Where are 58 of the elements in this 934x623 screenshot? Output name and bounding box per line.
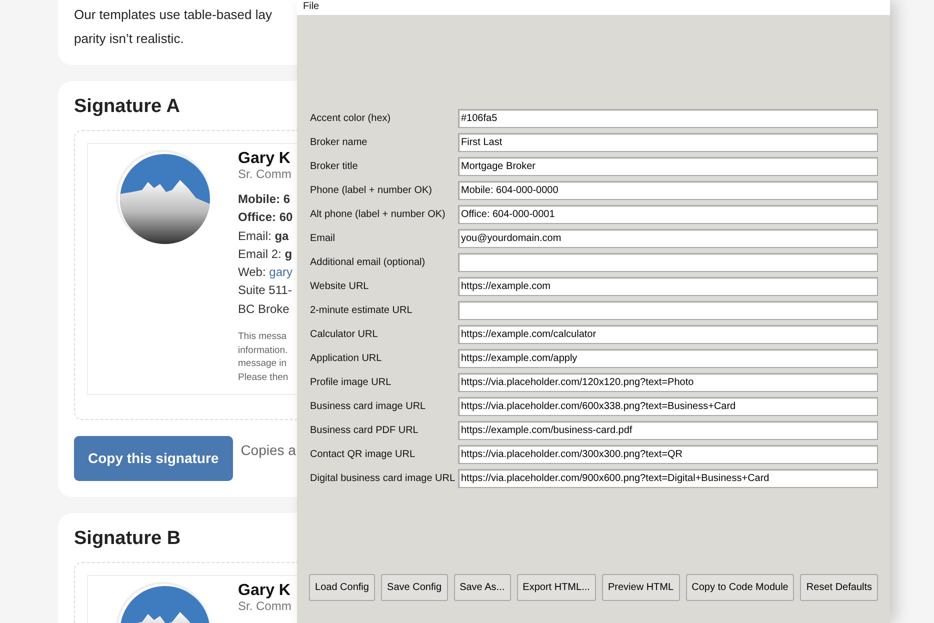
input-field[interactable]: https://example.com/calculator <box>458 324 878 344</box>
menu-item[interactable]: File <box>303 1 320 12</box>
toolbar-button[interactable]: Load Config <box>309 574 375 601</box>
input-field[interactable]: https://example.com/apply <box>458 348 878 368</box>
signature-heading: Signature A <box>74 95 181 119</box>
input-field[interactable]: https://via.placeholder.com/600x338.png?text=Business+Card <box>458 396 878 416</box>
toolbar-button[interactable]: Export HTML... <box>516 574 596 601</box>
field-label: Phone (label + number OK) <box>310 184 434 198</box>
field-label: Business card image URL <box>310 400 427 414</box>
signature-line: BC Broke <box>238 300 290 318</box>
field-label: Accent color (hex) <box>310 112 392 126</box>
website-link[interactable]: gary <box>269 265 292 280</box>
input-field[interactable]: https://via.placeholder.com/120x120.png?text=Photo <box>458 372 878 392</box>
field-label: Profile image URL <box>310 376 392 390</box>
signature-name: Gary K <box>238 150 292 167</box>
toolbar-button[interactable]: Reset Defaults <box>800 574 878 601</box>
input-field[interactable]: you@yourdomain.com <box>458 228 878 248</box>
toolbar-button[interactable]: Save As... <box>454 574 511 601</box>
disclaimer-text: This messa information. message in Please then <box>238 330 290 384</box>
signature-line: Mobile: 6 <box>238 191 292 208</box>
input-field[interactable]: Mortgage Broker <box>458 156 878 176</box>
input-field[interactable]: Office: 604-000-0001 <box>458 204 878 224</box>
toolbar-button[interactable]: Preview HTML <box>602 574 680 601</box>
web-label: Web: <box>238 265 266 280</box>
input-field[interactable]: First Last <box>458 132 878 152</box>
field-label: Alt phone (label + number OK) <box>310 208 446 222</box>
signature-line: Office: 60 <box>238 209 293 226</box>
toolbar-button[interactable]: Copy to Code Module <box>686 574 794 601</box>
intro-text: Our templates use table-based lay parity isn’t realistic. <box>74 6 273 48</box>
input-field[interactable]: Mobile: 604-000-0000 <box>458 180 878 200</box>
field-label: Contact QR image URL <box>310 448 416 462</box>
input-field[interactable] <box>458 252 878 272</box>
input-field[interactable]: #106fa5 <box>458 108 878 128</box>
field-label: 2-minute estimate URL <box>310 304 414 318</box>
field-label: Additional email (optional) <box>310 256 426 270</box>
signature-title: Sr. Comm <box>238 599 292 614</box>
signature-line: Email 2: g <box>238 246 293 263</box>
input-field[interactable]: https://example.com/business-card.pdf <box>458 420 878 440</box>
field-label: Broker title <box>310 160 359 174</box>
input-field[interactable] <box>458 300 878 320</box>
signature-name: Gary K <box>238 582 292 600</box>
field-label: Website URL <box>310 280 370 294</box>
field-label: Digital business card image URL <box>310 472 456 486</box>
signature-line: Suite 511- <box>238 282 293 300</box>
input-field[interactable]: https://example.com <box>458 276 878 296</box>
field-label: Business card PDF URL <box>310 424 420 438</box>
input-field[interactable]: https://via.placeholder.com/900x600.png?text=Digital+Business+Card <box>458 468 878 488</box>
field-label: Email <box>310 232 336 246</box>
copy-signature-button[interactable]: Copy this signature <box>74 436 233 482</box>
signature-title: Sr. Comm <box>238 167 292 182</box>
signature-line: Email: ga <box>238 228 290 245</box>
signature-heading: Signature B <box>74 527 182 552</box>
field-label: Broker name <box>310 136 368 150</box>
field-label: Calculator URL <box>310 328 379 342</box>
input-field[interactable]: https://via.placeholder.com/300x300.png?text=QR <box>458 444 878 464</box>
field-label: Application URL <box>310 352 383 366</box>
copy-note: Copies a <box>240 441 296 460</box>
toolbar-button[interactable]: Save Config <box>381 574 448 601</box>
